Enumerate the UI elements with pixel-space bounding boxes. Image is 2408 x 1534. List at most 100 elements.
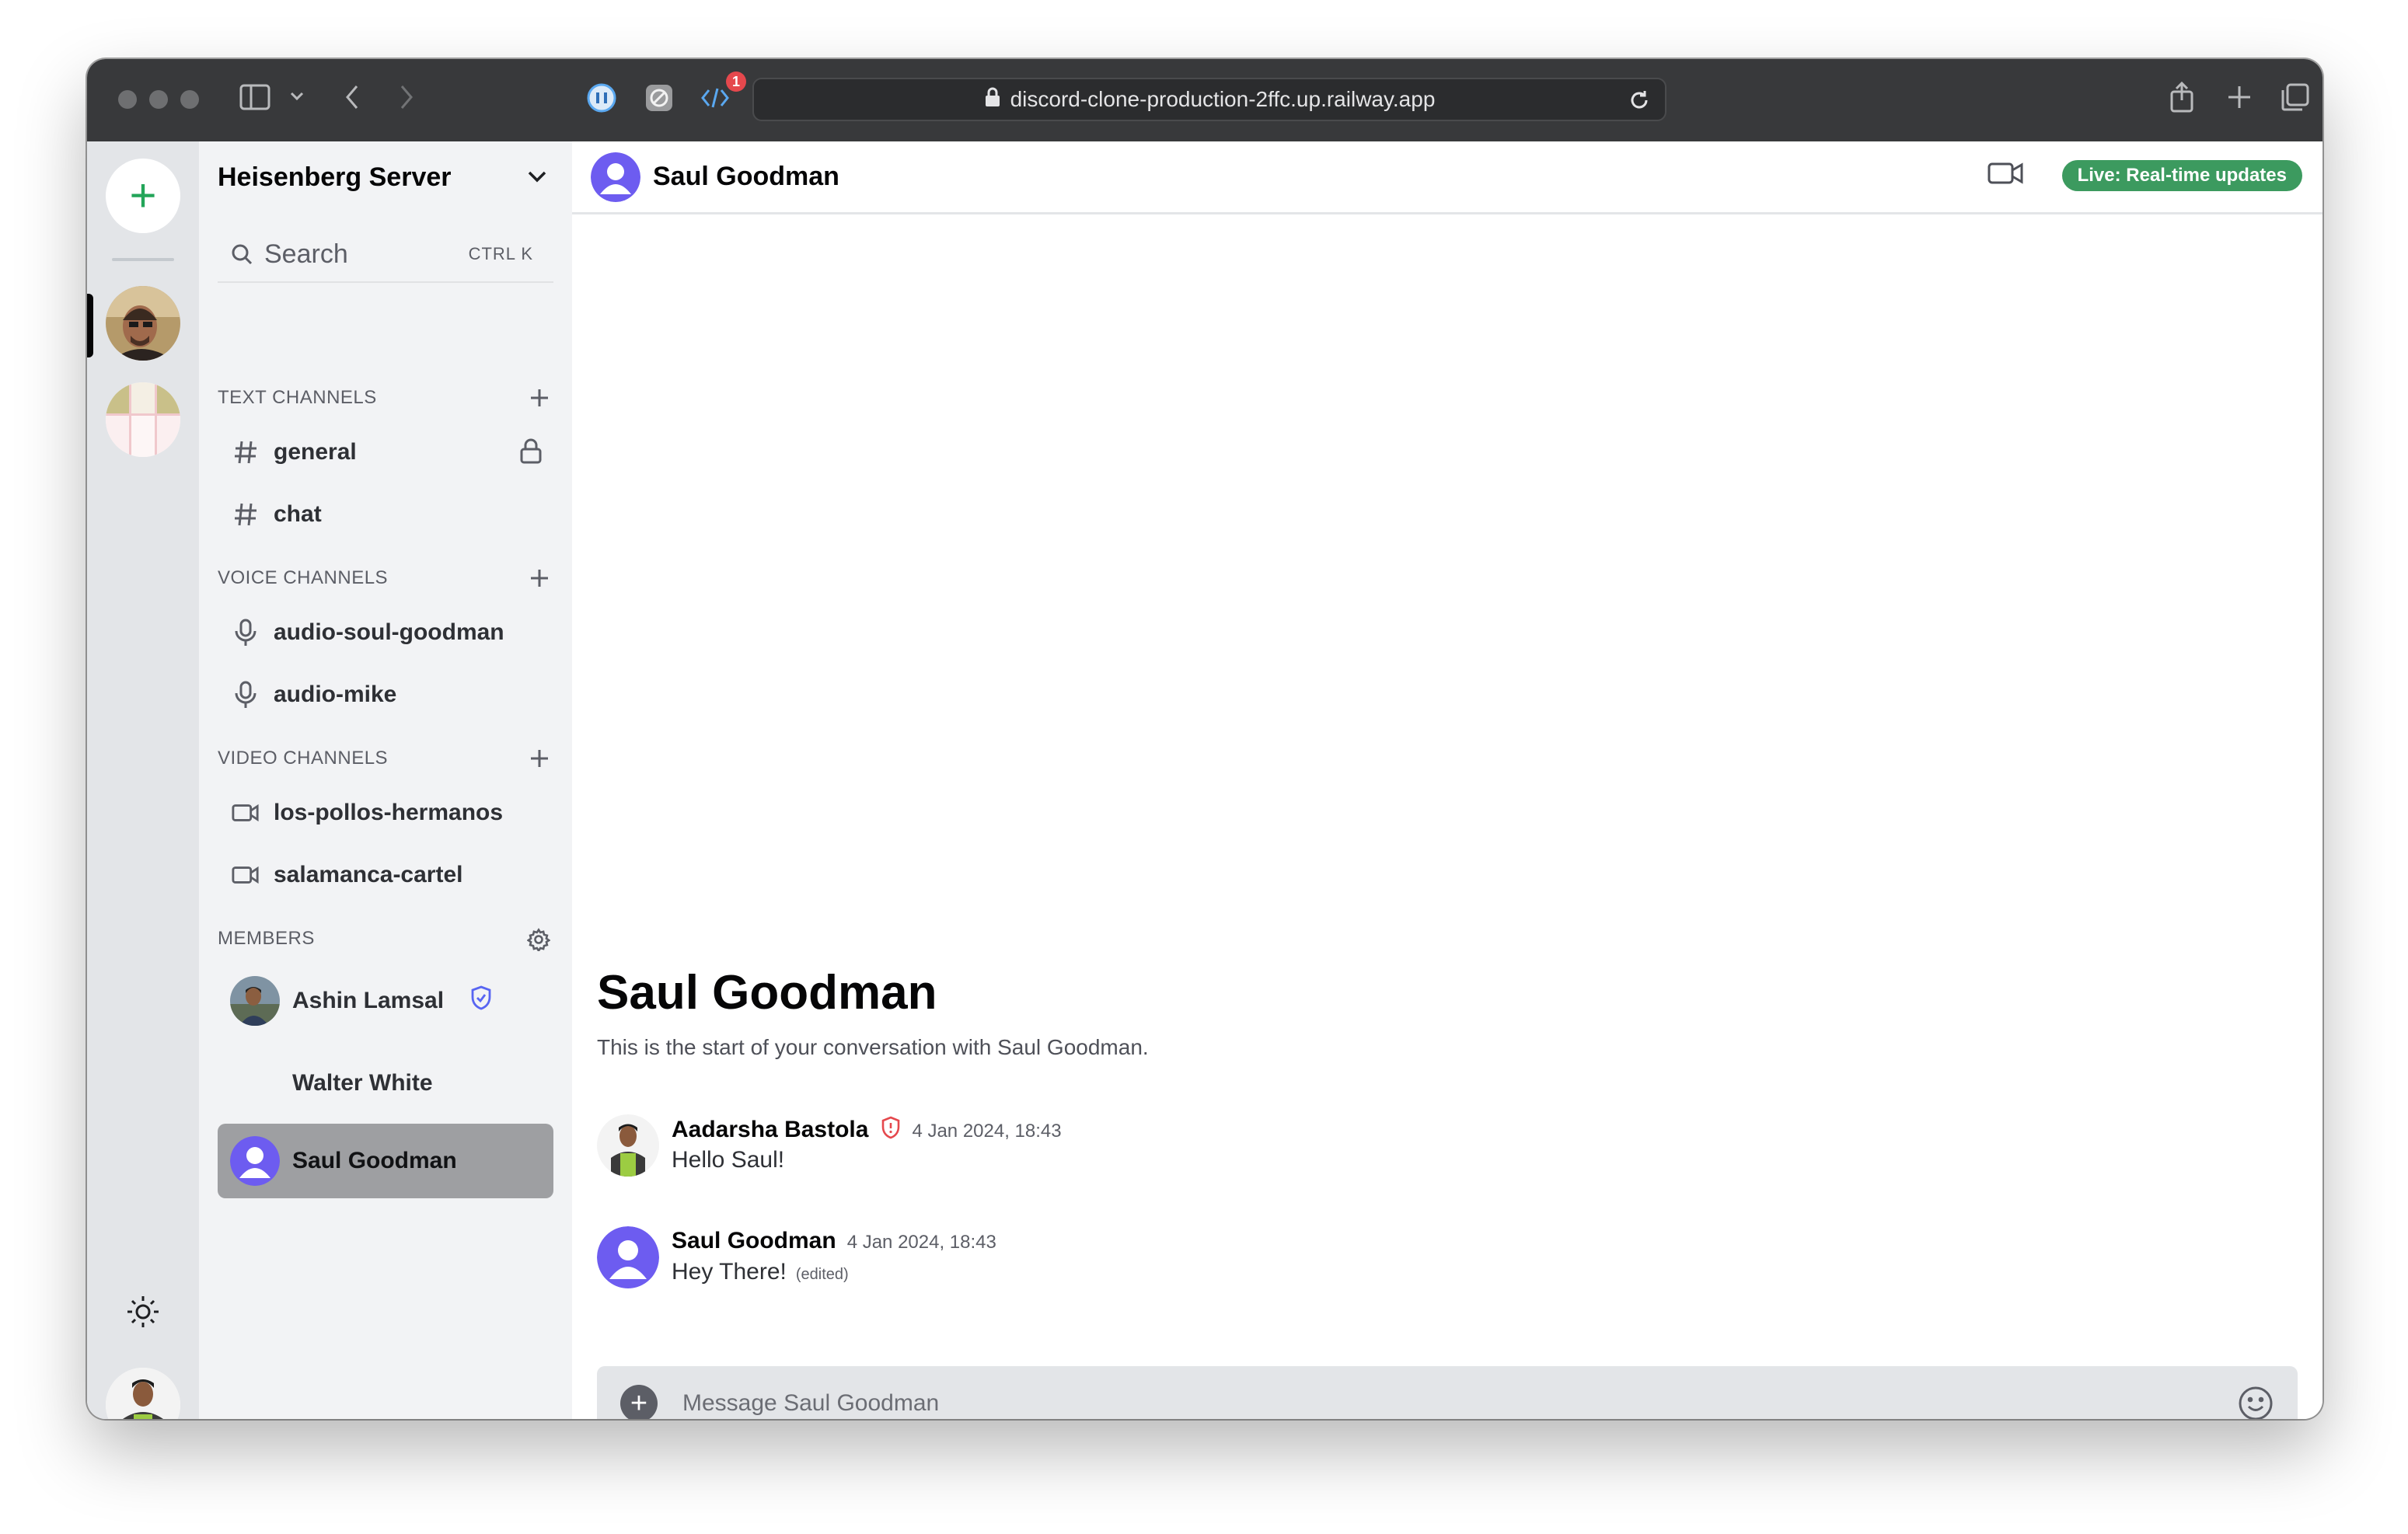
- message-timestamp: 4 Jan 2024, 18:43: [846, 1232, 996, 1253]
- add-text-channel-plus-icon[interactable]: [529, 387, 550, 414]
- search-button[interactable]: Search CTRL K: [218, 227, 553, 283]
- start-video-call-icon[interactable]: [1987, 160, 2024, 193]
- add-server-button[interactable]: +: [106, 159, 180, 233]
- server-rail: +: [87, 141, 199, 1419]
- message-timestamp: 4 Jan 2024, 18:43: [912, 1120, 1062, 1142]
- theme-toggle-sun-icon[interactable]: [124, 1293, 162, 1330]
- video-channels-label: VIDEO CHANNELS: [218, 748, 389, 769]
- text-channels-header: TEXT CHANNELS: [218, 382, 553, 413]
- message-composer: +: [597, 1366, 2298, 1419]
- live-status-badge: Live: Real-time updates: [2061, 160, 2302, 191]
- member-name: Saul Goodman: [292, 1148, 457, 1173]
- search-icon: [230, 242, 253, 266]
- video-camera-icon: [232, 799, 260, 827]
- url-text: discord-clone-production-2ffc.up.railway…: [1010, 87, 1436, 111]
- server-name: Heisenberg Server: [218, 162, 452, 192]
- shield-check-icon: [470, 985, 492, 1016]
- chat-header: Saul Goodman Live: Real-time updates: [572, 141, 2322, 214]
- video-channels-header: VIDEO CHANNELS: [218, 743, 553, 774]
- extension-notification-badge: 1: [726, 71, 746, 92]
- zoom-window-button[interactable]: [180, 90, 199, 109]
- sidebar-toggle-icon[interactable]: [239, 84, 270, 110]
- channel-audio-mike[interactable]: audio-mike: [218, 667, 553, 723]
- close-window-button[interactable]: [118, 90, 137, 109]
- voice-channels-label: VOICE CHANNELS: [218, 567, 389, 588]
- reload-icon[interactable]: [1628, 89, 1651, 117]
- channel-audio-soul-goodman[interactable]: audio-soul-goodman: [218, 605, 553, 661]
- search-shortcut: CTRL K: [468, 244, 533, 263]
- video-camera-icon: [232, 861, 260, 889]
- members-label: MEMBERS: [218, 928, 315, 949]
- channel-name: general: [274, 439, 357, 465]
- search-label: Search: [264, 239, 348, 269]
- message-author[interactable]: Aadarsha Bastola: [672, 1117, 868, 1142]
- member-walter-white[interactable]: Walter White: [218, 1046, 553, 1121]
- forward-arrow-icon[interactable]: [398, 84, 415, 110]
- channel-name: chat: [274, 501, 322, 527]
- shield-alert-icon: [881, 1116, 901, 1145]
- message-text: Hey There!: [672, 1259, 787, 1285]
- channel-los-pollos-hermanos[interactable]: los-pollos-hermanos: [218, 785, 553, 841]
- channel-name: los-pollos-hermanos: [274, 800, 504, 825]
- server-grid-icon[interactable]: [106, 382, 180, 457]
- add-voice-channel-plus-icon[interactable]: [529, 567, 550, 594]
- default-user-avatar[interactable]: [597, 1226, 659, 1288]
- add-video-channel-plus-icon[interactable]: [529, 748, 550, 775]
- avatar: [230, 976, 280, 1026]
- microphone-icon: [232, 619, 260, 647]
- text-channels-label: TEXT CHANNELS: [218, 387, 377, 408]
- hash-icon: [232, 500, 260, 528]
- server-header-dropdown[interactable]: Heisenberg Server: [199, 141, 572, 213]
- window-controls[interactable]: [118, 90, 199, 109]
- back-arrow-icon[interactable]: [344, 84, 361, 110]
- chat-panel: Saul Goodman Live: Real-time updates Sau…: [572, 141, 2322, 1419]
- channel-sidebar: Heisenberg Server Search CTRL K TEXT CHA…: [199, 141, 572, 1419]
- message-author[interactable]: Saul Goodman: [672, 1228, 836, 1253]
- unread-server-indicator: [87, 345, 93, 357]
- lock-icon: [984, 86, 1001, 113]
- manage-members-gear-icon[interactable]: [526, 928, 551, 957]
- tab-overview-icon[interactable]: [2281, 82, 2310, 112]
- chevron-down-icon: [525, 165, 549, 195]
- channel-general[interactable]: general: [218, 424, 553, 480]
- devtools-extension-icon[interactable]: [700, 82, 731, 113]
- emoji-picker-icon[interactable]: [2237, 1385, 2274, 1419]
- lock-icon: [519, 438, 543, 471]
- share-icon[interactable]: [2169, 81, 2195, 113]
- message-header: Aadarsha Bastola 4 Jan 2024, 18:43: [672, 1116, 1062, 1145]
- attach-file-plus-icon[interactable]: +: [620, 1385, 658, 1419]
- new-tab-icon[interactable]: [2226, 84, 2253, 110]
- browser-toolbar: 1 discord-clone-production-2ffc.up.railw…: [87, 59, 2322, 141]
- minimize-window-button[interactable]: [149, 90, 168, 109]
- member-saul-goodman[interactable]: Saul Goodman: [218, 1124, 553, 1198]
- message-input[interactable]: [682, 1380, 2159, 1419]
- hash-icon: [232, 438, 260, 466]
- edited-marker: (edited): [795, 1266, 849, 1283]
- server-heisenberg-icon[interactable]: [106, 286, 180, 361]
- message-text-row: Hey There! (edited): [672, 1259, 849, 1285]
- member-name: Ashin Lamsal: [292, 988, 445, 1013]
- rail-divider: [112, 258, 174, 261]
- message-header: Saul Goodman 4 Jan 2024, 18:43: [672, 1228, 996, 1254]
- channel-salamanca-cartel[interactable]: salamanca-cartel: [218, 847, 553, 903]
- default-user-avatar: [591, 152, 640, 202]
- member-ashin-lamsal[interactable]: Ashin Lamsal: [218, 964, 553, 1038]
- channel-name: audio-soul-goodman: [274, 619, 504, 645]
- member-name: Walter White: [292, 1070, 433, 1096]
- chat-title: Saul Goodman: [653, 162, 839, 191]
- avatar[interactable]: [597, 1114, 659, 1177]
- channel-name: salamanca-cartel: [274, 862, 463, 887]
- members-header: MEMBERS: [218, 923, 553, 954]
- channel-chat[interactable]: chat: [218, 486, 553, 542]
- message-item: Saul Goodman 4 Jan 2024, 18:43 Hey There!…: [597, 1226, 1996, 1304]
- chevron-down-icon[interactable]: [289, 90, 305, 103]
- address-bar[interactable]: discord-clone-production-2ffc.up.railway…: [752, 78, 1666, 121]
- conversation-subtitle: This is the start of your conversation w…: [597, 1035, 1149, 1059]
- default-user-avatar: [230, 1136, 280, 1186]
- pause-extension-icon[interactable]: [586, 82, 617, 113]
- conversation-title: Saul Goodman: [597, 966, 937, 1020]
- blocker-extension-icon[interactable]: [644, 82, 675, 113]
- current-user-avatar[interactable]: [106, 1368, 180, 1419]
- channel-name: audio-mike: [274, 682, 397, 707]
- message-text: Hello Saul!: [672, 1147, 785, 1173]
